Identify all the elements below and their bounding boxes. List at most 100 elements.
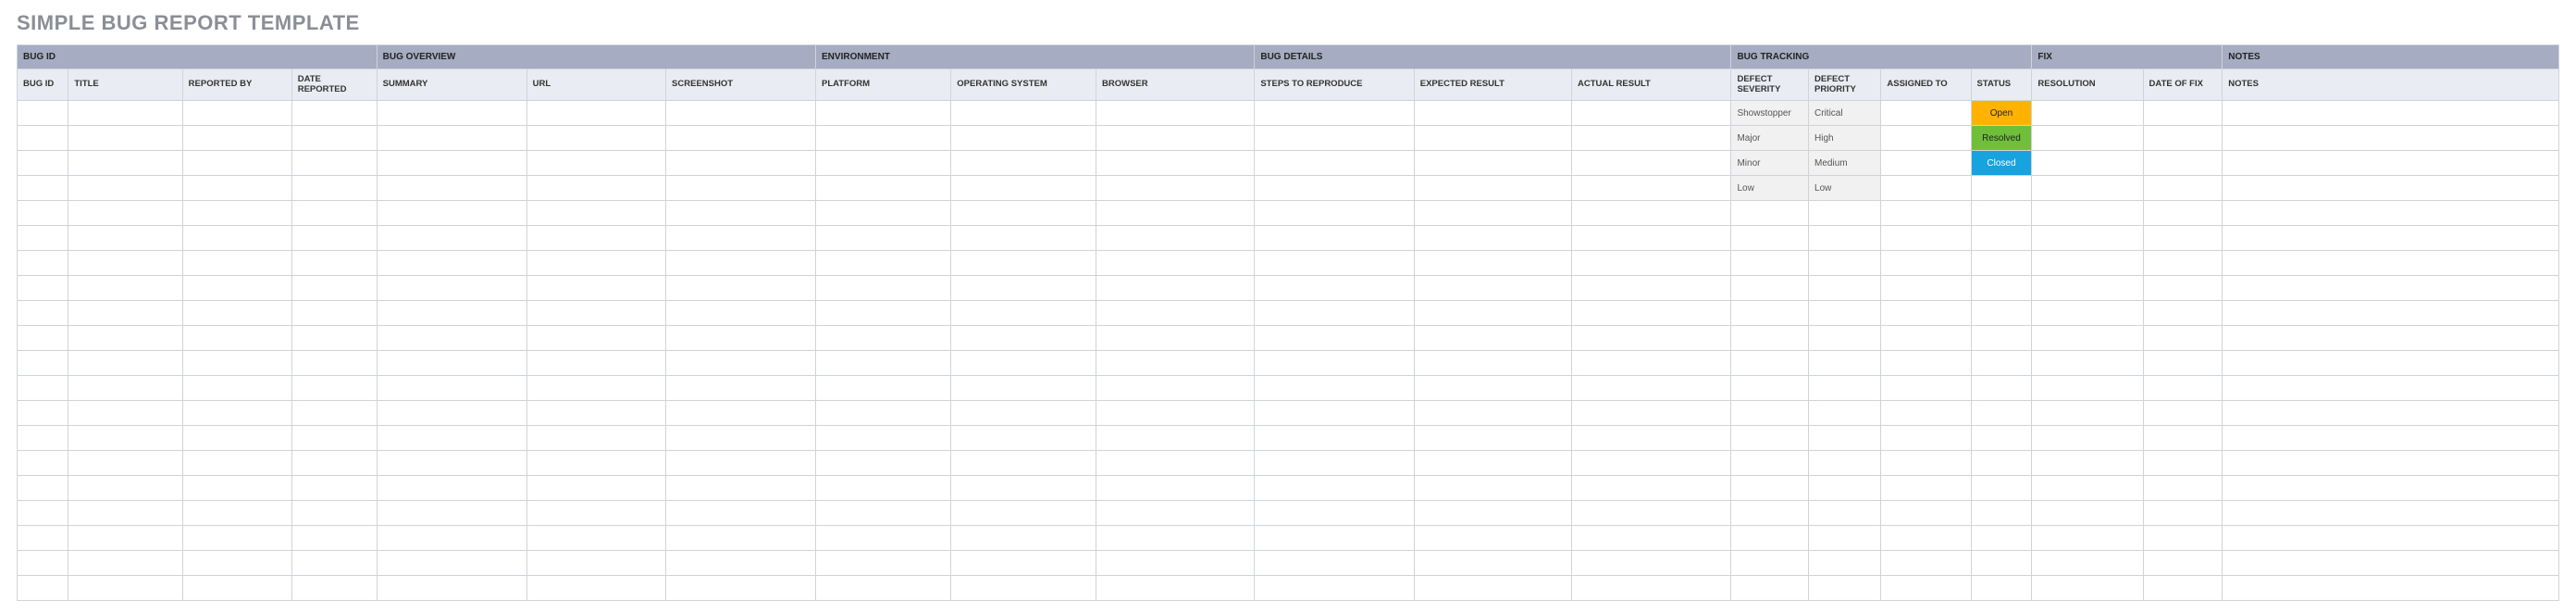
cell-reported-by[interactable] <box>182 326 291 351</box>
cell-defect-severity[interactable] <box>1731 201 1809 226</box>
cell-screenshot[interactable] <box>666 551 816 576</box>
cell-bug-id[interactable] <box>18 226 68 251</box>
cell-summary[interactable] <box>377 326 526 351</box>
cell-notes[interactable] <box>2223 126 2559 151</box>
cell-defect-priority[interactable]: Low <box>1809 176 1881 201</box>
cell-date-reported[interactable] <box>291 126 377 151</box>
cell-reported-by[interactable] <box>182 376 291 401</box>
cell-summary[interactable] <box>377 151 526 176</box>
cell-date-of-fix[interactable] <box>2143 451 2223 476</box>
cell-notes[interactable] <box>2223 376 2559 401</box>
cell-steps-to-reproduce[interactable] <box>1255 226 1414 251</box>
cell-date-of-fix[interactable] <box>2143 101 2223 126</box>
cell-browser[interactable] <box>1096 351 1255 376</box>
cell-status[interactable] <box>1971 226 2032 251</box>
cell-assigned-to[interactable] <box>1881 401 1971 426</box>
cell-defect-priority[interactable] <box>1809 201 1881 226</box>
cell-title[interactable] <box>68 176 182 201</box>
cell-defect-severity[interactable] <box>1731 401 1809 426</box>
cell-assigned-to[interactable] <box>1881 351 1971 376</box>
cell-resolution[interactable] <box>2032 501 2143 526</box>
cell-url[interactable] <box>526 376 665 401</box>
cell-resolution[interactable] <box>2032 351 2143 376</box>
cell-title[interactable] <box>68 576 182 601</box>
cell-date-reported[interactable] <box>291 326 377 351</box>
cell-screenshot[interactable] <box>666 101 816 126</box>
cell-screenshot[interactable] <box>666 426 816 451</box>
cell-steps-to-reproduce[interactable] <box>1255 326 1414 351</box>
cell-date-reported[interactable] <box>291 251 377 276</box>
cell-summary[interactable] <box>377 126 526 151</box>
cell-browser[interactable] <box>1096 201 1255 226</box>
cell-screenshot[interactable] <box>666 251 816 276</box>
cell-status[interactable]: Open <box>1971 101 2032 126</box>
cell-status[interactable] <box>1971 276 2032 301</box>
cell-reported-by[interactable] <box>182 401 291 426</box>
cell-summary[interactable] <box>377 451 526 476</box>
cell-date-reported[interactable] <box>291 426 377 451</box>
cell-expected-result[interactable] <box>1414 101 1571 126</box>
cell-actual-result[interactable] <box>1572 476 1731 501</box>
cell-steps-to-reproduce[interactable] <box>1255 351 1414 376</box>
cell-status[interactable] <box>1971 476 2032 501</box>
cell-title[interactable] <box>68 326 182 351</box>
cell-operating-system[interactable] <box>951 151 1096 176</box>
cell-date-reported[interactable] <box>291 151 377 176</box>
cell-screenshot[interactable] <box>666 476 816 501</box>
cell-bug-id[interactable] <box>18 526 68 551</box>
cell-browser[interactable] <box>1096 526 1255 551</box>
cell-url[interactable] <box>526 426 665 451</box>
cell-screenshot[interactable] <box>666 501 816 526</box>
cell-steps-to-reproduce[interactable] <box>1255 251 1414 276</box>
cell-defect-priority[interactable]: High <box>1809 126 1881 151</box>
cell-resolution[interactable] <box>2032 326 2143 351</box>
cell-actual-result[interactable] <box>1572 426 1731 451</box>
cell-summary[interactable] <box>377 526 526 551</box>
cell-operating-system[interactable] <box>951 201 1096 226</box>
cell-notes[interactable] <box>2223 476 2559 501</box>
cell-platform[interactable] <box>816 101 951 126</box>
cell-steps-to-reproduce[interactable] <box>1255 476 1414 501</box>
cell-expected-result[interactable] <box>1414 276 1571 301</box>
cell-actual-result[interactable] <box>1572 501 1731 526</box>
cell-bug-id[interactable] <box>18 251 68 276</box>
cell-steps-to-reproduce[interactable] <box>1255 426 1414 451</box>
cell-defect-severity[interactable] <box>1731 476 1809 501</box>
cell-defect-priority[interactable] <box>1809 276 1881 301</box>
cell-reported-by[interactable] <box>182 501 291 526</box>
cell-url[interactable] <box>526 501 665 526</box>
cell-platform[interactable] <box>816 301 951 326</box>
cell-steps-to-reproduce[interactable] <box>1255 126 1414 151</box>
cell-expected-result[interactable] <box>1414 401 1571 426</box>
cell-status[interactable] <box>1971 551 2032 576</box>
cell-notes[interactable] <box>2223 576 2559 601</box>
cell-notes[interactable] <box>2223 176 2559 201</box>
cell-date-reported[interactable] <box>291 501 377 526</box>
cell-status[interactable]: Resolved <box>1971 126 2032 151</box>
cell-defect-severity[interactable] <box>1731 301 1809 326</box>
cell-url[interactable] <box>526 401 665 426</box>
cell-date-of-fix[interactable] <box>2143 126 2223 151</box>
cell-actual-result[interactable] <box>1572 101 1731 126</box>
cell-platform[interactable] <box>816 176 951 201</box>
cell-url[interactable] <box>526 526 665 551</box>
cell-browser[interactable] <box>1096 301 1255 326</box>
cell-title[interactable] <box>68 151 182 176</box>
cell-actual-result[interactable] <box>1572 276 1731 301</box>
cell-defect-severity[interactable] <box>1731 251 1809 276</box>
cell-screenshot[interactable] <box>666 226 816 251</box>
cell-browser[interactable] <box>1096 551 1255 576</box>
cell-operating-system[interactable] <box>951 376 1096 401</box>
cell-platform[interactable] <box>816 126 951 151</box>
cell-assigned-to[interactable] <box>1881 226 1971 251</box>
cell-url[interactable] <box>526 576 665 601</box>
cell-resolution[interactable] <box>2032 476 2143 501</box>
cell-date-of-fix[interactable] <box>2143 226 2223 251</box>
cell-notes[interactable] <box>2223 226 2559 251</box>
cell-steps-to-reproduce[interactable] <box>1255 276 1414 301</box>
cell-screenshot[interactable] <box>666 351 816 376</box>
cell-title[interactable] <box>68 451 182 476</box>
cell-platform[interactable] <box>816 226 951 251</box>
cell-reported-by[interactable] <box>182 526 291 551</box>
cell-assigned-to[interactable] <box>1881 151 1971 176</box>
